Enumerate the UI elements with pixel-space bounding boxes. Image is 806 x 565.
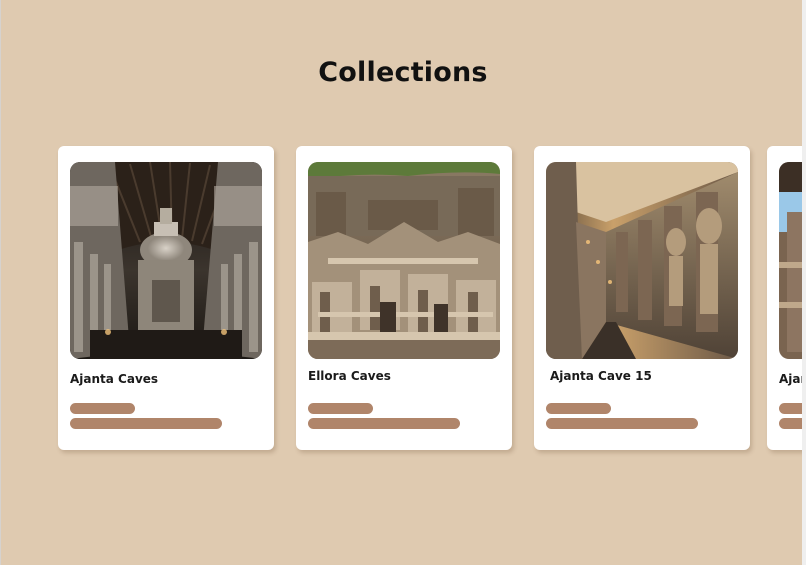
ajanta-chaitya-hall-image	[70, 162, 262, 359]
card-title: Ellora Caves	[308, 369, 391, 383]
placeholder-bar-long	[546, 418, 698, 429]
placeholder-bar-long	[70, 418, 222, 429]
vertical-scrollbar[interactable]	[802, 0, 806, 565]
collection-card-ellora-caves[interactable]: Ellora Caves	[296, 146, 512, 450]
ajanta-cliff-image	[779, 162, 802, 359]
placeholder-bar-short	[308, 403, 373, 414]
card-title: Ajanta Caves	[779, 372, 802, 386]
placeholder-bar-long	[779, 418, 802, 429]
collection-card-ajanta-caves[interactable]: Ajanta Caves	[58, 146, 274, 450]
ajanta-cave-corridor-image	[546, 162, 738, 359]
card-title: Ajanta Cave 15	[550, 369, 652, 383]
ellora-kailasa-temple-image	[308, 162, 500, 359]
collections-carousel[interactable]: Ajanta Caves Ellora Caves Ajanta Cave 15…	[0, 0, 802, 565]
collection-card-ajanta-cave-15[interactable]: Ajanta Cave 15	[534, 146, 750, 450]
collection-card-ajanta-caves-2[interactable]: Ajanta Caves	[767, 146, 802, 450]
placeholder-bar-long	[308, 418, 460, 429]
placeholder-bar-short	[779, 403, 802, 414]
placeholder-bar-short	[546, 403, 611, 414]
card-title: Ajanta Caves	[70, 372, 159, 386]
placeholder-bar-short	[70, 403, 135, 414]
collections-page: Collections Ajanta Caves Ellora Caves Aj…	[0, 0, 806, 565]
